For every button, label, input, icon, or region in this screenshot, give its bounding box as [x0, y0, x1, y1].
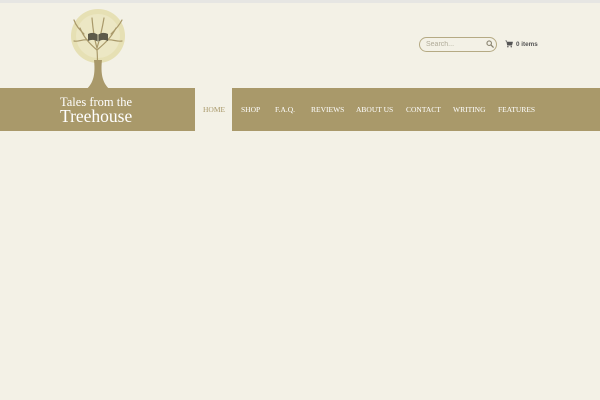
tree-book-logo-icon[interactable]	[66, 8, 130, 96]
nav-item-contact[interactable]: CONTACT	[406, 88, 441, 131]
search-icon[interactable]	[486, 40, 494, 48]
search-input[interactable]	[426, 39, 482, 50]
nav-item-faq[interactable]: F.A.Q.	[275, 88, 295, 131]
nav-item-about-us[interactable]: ABOUT US	[356, 88, 393, 131]
nav-item-writing[interactable]: WRITING	[453, 88, 486, 131]
cart-count: 0 items	[516, 40, 538, 48]
site-title-line2[interactable]: Treehouse	[60, 106, 132, 127]
nav-item-shop[interactable]: SHOP	[241, 88, 260, 131]
top-strip	[0, 0, 600, 3]
nav-item-reviews[interactable]: REVIEWS	[311, 88, 344, 131]
nav-item-home[interactable]: HOME	[203, 88, 225, 131]
cart-icon	[505, 40, 513, 48]
nav-item-features[interactable]: FEATURES	[498, 88, 535, 131]
cart-link[interactable]: 0 items	[505, 39, 538, 49]
